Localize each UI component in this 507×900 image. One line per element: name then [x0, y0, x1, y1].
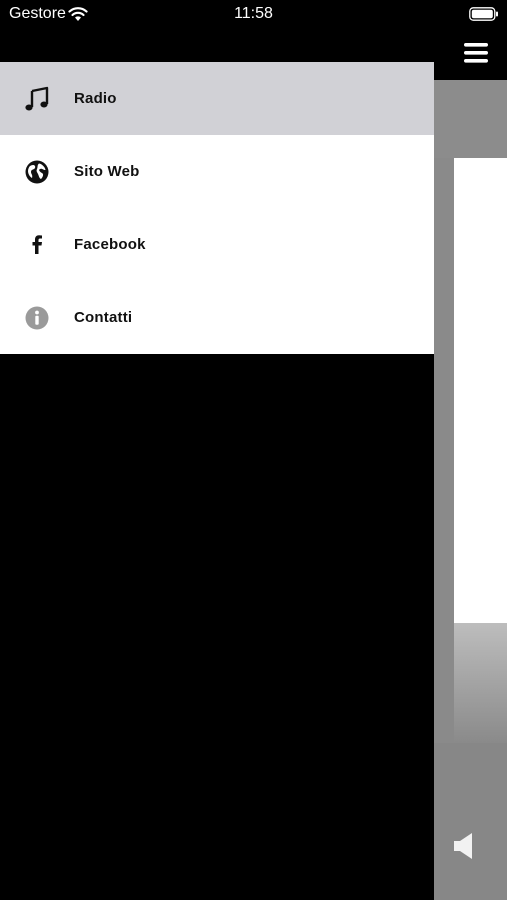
player-controls: [434, 743, 507, 900]
speaker-icon[interactable]: [452, 831, 478, 861]
menu-item-label: Sito Web: [74, 163, 140, 180]
menu-item-label: Radio: [74, 90, 117, 107]
side-drawer: Radio Sito Web Facebook Contatti: [0, 30, 434, 900]
player-artwork: [454, 623, 507, 743]
main-header: [434, 30, 507, 80]
menu-item-label: Facebook: [74, 236, 146, 253]
battery-icon: [469, 7, 498, 21]
hamburger-menu-icon[interactable]: [462, 40, 490, 66]
menu-item-contatti[interactable]: Contatti: [0, 281, 434, 354]
main-content: [434, 30, 507, 900]
music-note-icon: [24, 86, 50, 112]
facebook-icon: [24, 232, 50, 258]
menu-item-sito-web[interactable]: Sito Web: [0, 135, 434, 208]
info-icon: [24, 305, 50, 331]
drawer-menu: Radio Sito Web Facebook Contatti: [0, 62, 434, 354]
menu-item-label: Contatti: [74, 309, 133, 326]
drawer-header: [0, 30, 434, 62]
status-bar: Gestore 11:58: [0, 0, 507, 30]
globe-icon: [24, 159, 50, 185]
clock: 11:58: [234, 5, 273, 22]
main-banner: [434, 80, 507, 158]
menu-item-radio[interactable]: Radio: [0, 62, 434, 135]
player-card: [454, 158, 507, 623]
menu-item-facebook[interactable]: Facebook: [0, 208, 434, 281]
